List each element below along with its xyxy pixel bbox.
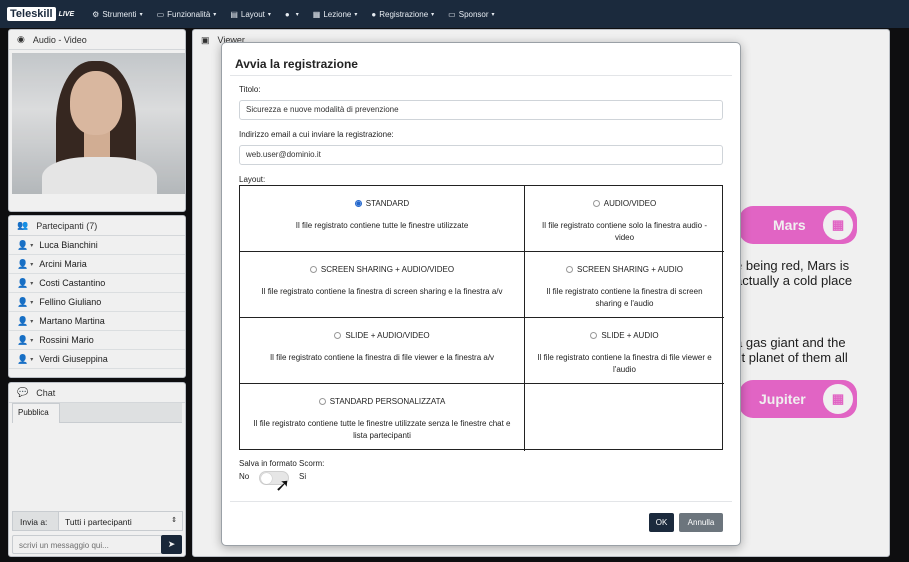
layout-option-header: STANDARD: [354, 199, 410, 208]
email-input[interactable]: web.user@dominio.it: [239, 145, 723, 165]
user-icon: ●: [284, 9, 290, 19]
layout-option-label: SCREEN SHARING + AUDIO: [576, 265, 684, 274]
title-input[interactable]: Sicurezza e nuove modalità di prevenzion…: [239, 100, 723, 120]
layout-option-desc: Il file registrato contiene la finestra …: [261, 287, 503, 296]
layout-option-header: STANDARD PERSONALIZZATA: [318, 397, 446, 406]
sponsor-icon: ▭: [448, 9, 456, 19]
menu-label: Registrazione: [379, 9, 429, 19]
title-label: Titolo:: [239, 85, 261, 94]
app-logo[interactable]: Teleskill LIVE: [7, 7, 74, 21]
layout-option[interactable]: SCREEN SHARING + AUDIO/VIDEO Il file regi…: [240, 252, 525, 318]
window-icon: ▭: [156, 9, 165, 19]
chevron-down-icon: ▾: [213, 11, 217, 18]
layout-option-desc: Il file registrato contiene la finestra …: [546, 287, 703, 308]
layout-option-label: STANDARD PERSONALIZZATA: [329, 397, 446, 406]
layout-option-desc: Il file registrato contiene la finestra …: [537, 353, 712, 374]
logo-text: Teleskill: [7, 7, 56, 21]
layout-option[interactable]: STANDARD PERSONALIZZATA Il file registrat…: [240, 384, 525, 451]
header-divider: [230, 75, 732, 76]
chevron-down-icon: ▾: [431, 11, 435, 18]
layout-option[interactable]: SLIDE + AUDIO Il file registrato contiene…: [525, 318, 724, 384]
layout-option-desc: Il file registrato contiene solo la fine…: [542, 221, 707, 242]
gear-icon: ⚙: [92, 9, 100, 19]
radio-button[interactable]: [565, 266, 573, 273]
radio-button[interactable]: [590, 332, 598, 339]
menu-label: Layout: [240, 9, 265, 19]
menu-label: Strumenti: [102, 9, 137, 19]
logo-suffix: LIVE: [58, 10, 75, 18]
layout-icon: ▤: [230, 9, 238, 19]
email-label: Indirizzo email a cui inviare la registr…: [239, 130, 394, 139]
layout-options-grid: STANDARD Il file registrato contiene tutt…: [239, 185, 724, 451]
layout-option-desc: Il file registrato contiene tutte le fin…: [253, 419, 511, 440]
layout-option-label: AUDIO/VIDEO: [603, 199, 657, 208]
top-navbar: Teleskill LIVE ⚙ Strumenti ▾ ▭ Funzionali…: [0, 0, 909, 28]
scorm-no-label: No: [239, 472, 250, 481]
layout-option-label: SLIDE + AUDIO: [601, 331, 659, 340]
toggle-knob: [261, 473, 272, 484]
chevron-down-icon: ▾: [354, 11, 358, 18]
layout-option-header: SCREEN SHARING + AUDIO/VIDEO: [309, 265, 455, 274]
radio-button[interactable]: [354, 200, 362, 207]
dialog-title: Avvia la registrazione: [235, 57, 358, 71]
menu-layout[interactable]: ▤ Layout ▾: [230, 10, 271, 19]
radio-button[interactable]: [592, 200, 600, 207]
layout-option-header: SLIDE + AUDIO: [590, 331, 659, 340]
menu-label: Lezione: [323, 9, 352, 19]
record-icon: ●: [371, 9, 377, 19]
lesson-icon: ▦: [312, 9, 321, 19]
menu-registrazione[interactable]: ● Registrazione ▾: [371, 10, 434, 19]
footer-divider: [230, 501, 732, 502]
menu-lezione[interactable]: ▦ Lezione ▾: [313, 10, 358, 19]
cancel-button[interactable]: Annulla: [679, 513, 723, 532]
radio-button[interactable]: [334, 332, 342, 339]
menu-sponsor[interactable]: ▭ Sponsor ▾: [448, 10, 494, 19]
layout-option[interactable]: STANDARD Il file registrato contiene tutt…: [240, 186, 525, 252]
menu-funzionalita[interactable]: ▭ Funzionalità ▾: [157, 10, 217, 19]
chevron-down-icon: ▾: [267, 11, 271, 18]
menu-label: Sponsor: [458, 9, 489, 19]
layout-option-desc: Il file registrato contiene tutte le fin…: [295, 221, 469, 230]
empty-cell: [525, 384, 724, 451]
scorm-yes-label: Si: [299, 472, 307, 481]
layout-option-header: AUDIO/VIDEO: [592, 199, 657, 208]
layout-option-header: SCREEN SHARING + AUDIO: [565, 265, 684, 274]
mouse-cursor-icon: ➚: [275, 475, 291, 495]
start-recording-dialog: Avvia la registrazione Titolo: Sicurezza…: [221, 42, 741, 546]
layout-option[interactable]: SLIDE + AUDIO/VIDEO Il file registrato co…: [240, 318, 525, 384]
layout-label: Layout:: [239, 175, 266, 184]
ok-button[interactable]: OK: [649, 513, 674, 532]
chevron-down-icon: ▾: [491, 11, 495, 18]
layout-option-label: SCREEN SHARING + AUDIO/VIDEO: [320, 265, 455, 274]
chevron-down-icon: ▾: [139, 11, 143, 18]
scorm-label: Salva in formato Scorm:: [239, 459, 325, 468]
layout-option[interactable]: AUDIO/VIDEO Il file registrato contiene s…: [525, 186, 724, 252]
layout-option-header: SLIDE + AUDIO/VIDEO: [334, 331, 430, 340]
menu-label: Funzionalità: [167, 9, 211, 19]
menu-user[interactable]: ● ▾: [285, 10, 299, 19]
radio-button[interactable]: [309, 266, 317, 273]
layout-option[interactable]: SCREEN SHARING + AUDIO Il file registrato…: [525, 252, 724, 318]
layout-option-desc: Il file registrato contiene la finestra …: [269, 353, 495, 362]
layout-option-label: SLIDE + AUDIO/VIDEO: [345, 331, 430, 340]
menu-strumenti[interactable]: ⚙ Strumenti ▾: [92, 10, 142, 19]
radio-button[interactable]: [318, 398, 326, 405]
chevron-down-icon: ▾: [295, 11, 299, 18]
layout-option-label: STANDARD: [365, 199, 410, 208]
